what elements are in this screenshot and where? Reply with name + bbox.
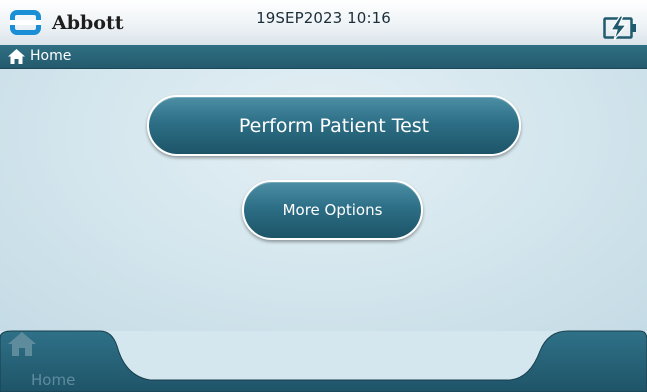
battery-charging-icon: [603, 16, 636, 40]
nav-home-tab[interactable]: Home: [8, 332, 108, 392]
main-panel: Perform Patient Test More Options: [0, 69, 647, 331]
breadcrumb-label: Home: [30, 48, 72, 64]
breadcrumb: Home: [0, 45, 647, 69]
home-icon: [8, 49, 25, 64]
nav-home-label: Home: [31, 371, 76, 389]
more-options-label: More Options: [282, 201, 383, 219]
bottom-nav: Home: [0, 326, 647, 392]
home-icon: [8, 332, 36, 356]
date-time: 19SEP2023 10:16: [256, 9, 391, 27]
perform-patient-test-label: Perform Patient Test: [238, 114, 430, 137]
status-bar: Abbott 19SEP2023 10:16: [0, 0, 647, 45]
perform-patient-test-button[interactable]: Perform Patient Test: [147, 95, 521, 156]
more-options-button[interactable]: More Options: [242, 180, 423, 240]
